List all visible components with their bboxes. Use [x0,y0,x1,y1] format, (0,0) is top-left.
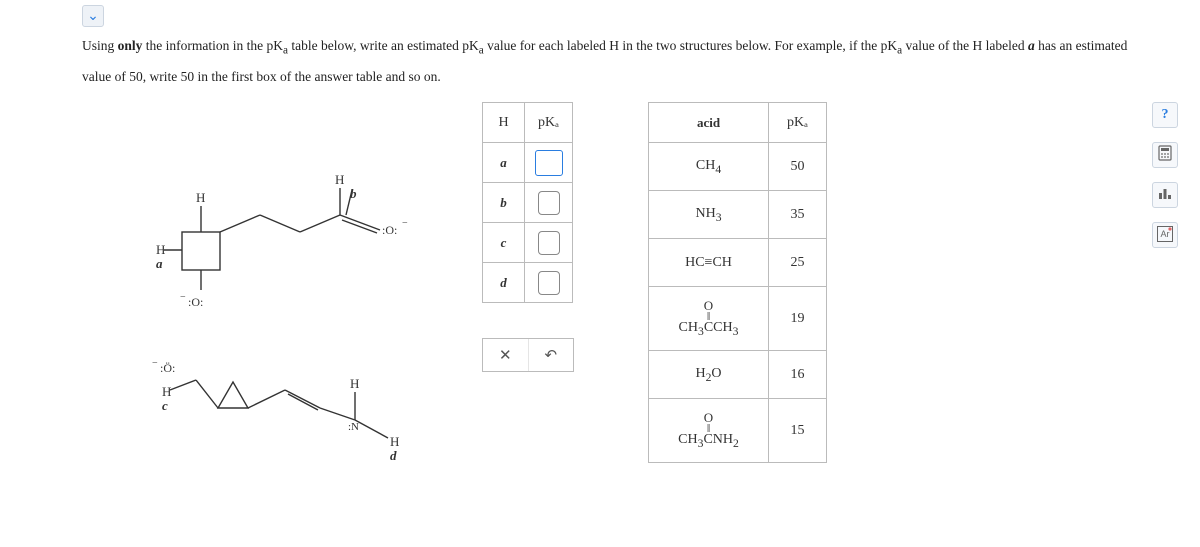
question-prompt: Using only the information in the pKa ta… [82,32,1140,92]
svg-text::O:: :O: [188,295,203,309]
reference-acid: CH4 [649,143,769,191]
svg-text:−: − [152,358,158,369]
reference-row: O‖CH3CCH319 [649,287,827,351]
reference-pka: 19 [769,287,827,351]
question-text-body: Using only the information in the pKa ta… [82,38,1127,84]
svg-text:H: H [335,172,344,187]
svg-text::Ö:: :Ö: [160,361,175,375]
ref-header-acid: acid [649,103,769,143]
svg-text::O:: :O: [382,223,397,237]
svg-text:c: c [162,398,168,413]
answer-row-input-cell [525,223,573,263]
help-icon: ? [1162,107,1169,123]
reference-acid: NH3 [649,191,769,239]
ref-header-pka: pKₐ [769,103,827,143]
periodic-button[interactable]: Ar [1152,222,1178,248]
answer-row: d [483,263,573,303]
answer-row-label: a [483,143,525,183]
close-icon: ✕ [499,346,512,365]
svg-text:H: H [162,384,171,399]
answer-row: b [483,183,573,223]
answer-header-h: H [483,103,525,143]
answer-row-input-cell [525,263,573,303]
pka-input-c[interactable] [538,231,560,255]
answer-table-body: abcd [483,143,573,303]
calculator-icon [1157,145,1173,166]
structure-diagram: H a H H b :O: − :O: − :Ö: [150,170,430,500]
svg-text:H: H [350,376,359,391]
side-toolbar: ? Ar [1152,102,1178,248]
pka-input-b[interactable] [538,191,560,215]
reference-acid: O‖CH3CNH2 [649,399,769,463]
answer-row-input-cell [525,143,573,183]
barchart-icon [1157,185,1173,206]
svg-text:H: H [156,242,165,257]
reset-button[interactable]: ↶ [529,339,574,371]
reference-row: HC≡CH25 [649,239,827,287]
svg-text:b: b [350,186,357,201]
reference-row: H2O16 [649,351,827,399]
reference-table-body: CH450NH335HC≡CH25O‖CH3CCH319H2O16O‖CH3CN… [649,143,827,463]
answer-row: c [483,223,573,263]
reference-table: acid pKₐ CH450NH335HC≡CH25O‖CH3CCH319H2O… [648,102,827,463]
svg-text:−: − [402,218,408,229]
pka-input-a[interactable] [535,150,563,176]
reference-acid: H2O [649,351,769,399]
reference-pka: 25 [769,239,827,287]
answer-row-label: d [483,263,525,303]
reference-row: NH335 [649,191,827,239]
reference-pka: 50 [769,143,827,191]
reference-row: CH450 [649,143,827,191]
answer-row-input-cell [525,183,573,223]
collapse-button[interactable]: ⌄ [82,5,104,27]
reference-row: O‖CH3CNH215 [649,399,827,463]
answer-row-label: c [483,223,525,263]
answer-table: H pKₐ abcd [482,102,573,303]
chevron-down-icon: ⌄ [87,8,99,25]
svg-text:H: H [196,190,205,205]
barchart-button[interactable] [1152,182,1178,208]
svg-text:H: H [390,434,399,449]
answer-header-pka: pKₐ [525,103,573,143]
reference-acid: HC≡CH [649,239,769,287]
calculator-button[interactable] [1152,142,1178,168]
svg-text:−: − [180,292,186,303]
svg-text:Ar: Ar [1161,229,1170,239]
reference-pka: 35 [769,191,827,239]
clear-button[interactable]: ✕ [483,339,529,371]
svg-text:d: d [390,448,397,463]
reference-pka: 15 [769,399,827,463]
svg-text:a: a [156,256,163,271]
answer-row: a [483,143,573,183]
help-button[interactable]: ? [1152,102,1178,128]
reference-acid: O‖CH3CCH3 [649,287,769,351]
answer-row-label: b [483,183,525,223]
undo-icon: ↶ [544,346,557,365]
periodic-icon: Ar [1156,225,1174,246]
action-row: ✕ ↶ [482,338,574,372]
svg-text::N: :N [348,421,359,433]
reference-pka: 16 [769,351,827,399]
pka-input-d[interactable] [538,271,560,295]
